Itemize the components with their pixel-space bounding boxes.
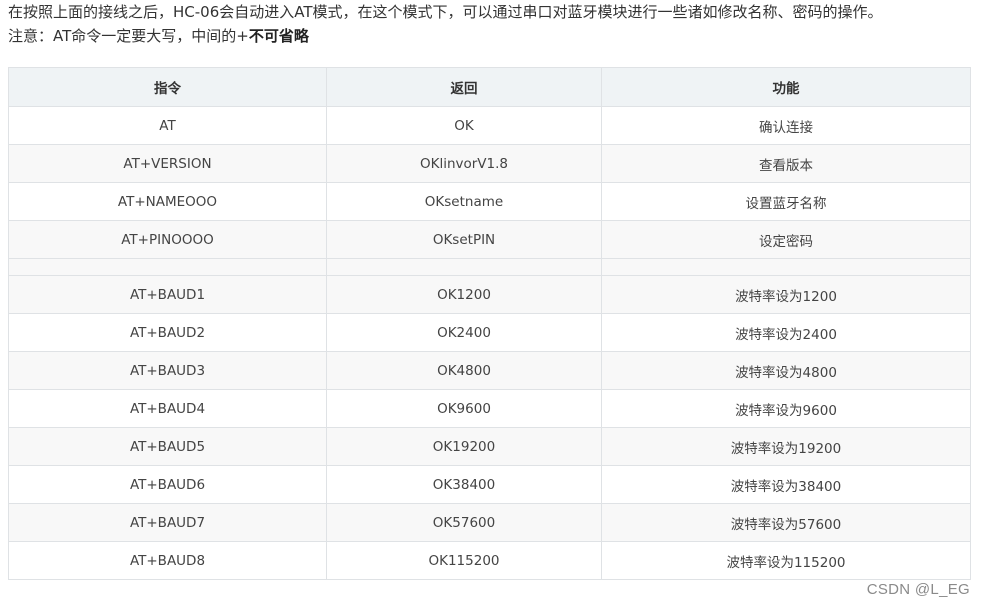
cell-response: OK (326, 106, 602, 145)
csdn-watermark: CSDN @L_EG (866, 581, 970, 598)
cell-function: 确认连接 (601, 106, 971, 145)
cell-response: OK1200 (326, 275, 602, 314)
header-command: 指令 (8, 67, 327, 107)
header-function: 功能 (601, 67, 971, 107)
cell-response: OKlinvorV1.8 (326, 144, 602, 183)
cell-function (601, 258, 971, 276)
cell-function: 设定密码 (601, 220, 971, 259)
intro-line-2: 注意：AT命令一定要大写，中间的+不可省略 (8, 24, 978, 48)
cell-command: AT+VERSION (8, 144, 327, 183)
at-command-table: 指令 返回 功能 AT OK 确认连接 AT+VERSION OKlinvorV… (8, 67, 971, 580)
table-row: AT+VERSION OKlinvorV1.8 查看版本 (8, 144, 971, 183)
cell-response: OK38400 (326, 465, 602, 504)
header-response: 返回 (326, 67, 602, 107)
cell-function: 波特率设为9600 (601, 389, 971, 428)
cell-command: AT (8, 106, 327, 145)
cell-command: AT+BAUD7 (8, 503, 327, 542)
cell-function: 波特率设为19200 (601, 427, 971, 466)
cell-command: AT+BAUD5 (8, 427, 327, 466)
intro-note-strong: 不可省略 (248, 27, 309, 45)
intro-line-1: 在按照上面的接线之后，HC-06会自动进入AT模式，在这个模式下，可以通过串口对… (8, 3, 883, 21)
cell-function: 波特率设为1200 (601, 275, 971, 314)
table-row: AT+PINOOOO OKsetPIN 设定密码 (8, 220, 971, 259)
cell-response: OKsetname (326, 182, 602, 221)
cell-function: 波特率设为4800 (601, 351, 971, 390)
cell-function: 波特率设为115200 (601, 541, 971, 580)
cell-function: 波特率设为2400 (601, 313, 971, 352)
table-row: AT+BAUD7 OK57600 波特率设为57600 (8, 503, 971, 542)
table-row: AT OK 确认连接 (8, 106, 971, 145)
table-row: AT+BAUD3 OK4800 波特率设为4800 (8, 351, 971, 390)
cell-response: OKsetPIN (326, 220, 602, 259)
cell-response: OK19200 (326, 427, 602, 466)
table-row: AT+BAUD1 OK1200 波特率设为1200 (8, 275, 971, 314)
cell-command: AT+BAUD4 (8, 389, 327, 428)
intro-note-prefix: 注意：AT命令一定要大写，中间的+ (8, 27, 249, 45)
table-row: AT+NAMEOOO OKsetname 设置蓝牙名称 (8, 182, 971, 221)
cell-response: OK9600 (326, 389, 602, 428)
cell-function: 波特率设为57600 (601, 503, 971, 542)
cell-command: AT+BAUD1 (8, 275, 327, 314)
cell-function: 设置蓝牙名称 (601, 182, 971, 221)
cell-response: OK4800 (326, 351, 602, 390)
cell-command: AT+BAUD2 (8, 313, 327, 352)
table-row-empty (8, 258, 971, 276)
cell-response: OK57600 (326, 503, 602, 542)
table-row: AT+BAUD8 OK115200 波特率设为115200 (8, 541, 971, 580)
cell-function: 波特率设为38400 (601, 465, 971, 504)
table-row: AT+BAUD5 OK19200 波特率设为19200 (8, 427, 971, 466)
cell-response: OK115200 (326, 541, 602, 580)
cell-response: OK2400 (326, 313, 602, 352)
table-header-row: 指令 返回 功能 (8, 67, 971, 107)
cell-command: AT+BAUD6 (8, 465, 327, 504)
cell-command: AT+PINOOOO (8, 220, 327, 259)
cell-response (326, 258, 602, 276)
table-row: AT+BAUD2 OK2400 波特率设为2400 (8, 313, 971, 352)
table-row: AT+BAUD4 OK9600 波特率设为9600 (8, 389, 971, 428)
cell-command: AT+BAUD3 (8, 351, 327, 390)
intro-text: 在按照上面的接线之后，HC-06会自动进入AT模式，在这个模式下，可以通过串口对… (8, 0, 978, 48)
cell-command (8, 258, 327, 276)
table-row: AT+BAUD6 OK38400 波特率设为38400 (8, 465, 971, 504)
cell-command: AT+BAUD8 (8, 541, 327, 580)
cell-function: 查看版本 (601, 144, 971, 183)
cell-command: AT+NAMEOOO (8, 182, 327, 221)
